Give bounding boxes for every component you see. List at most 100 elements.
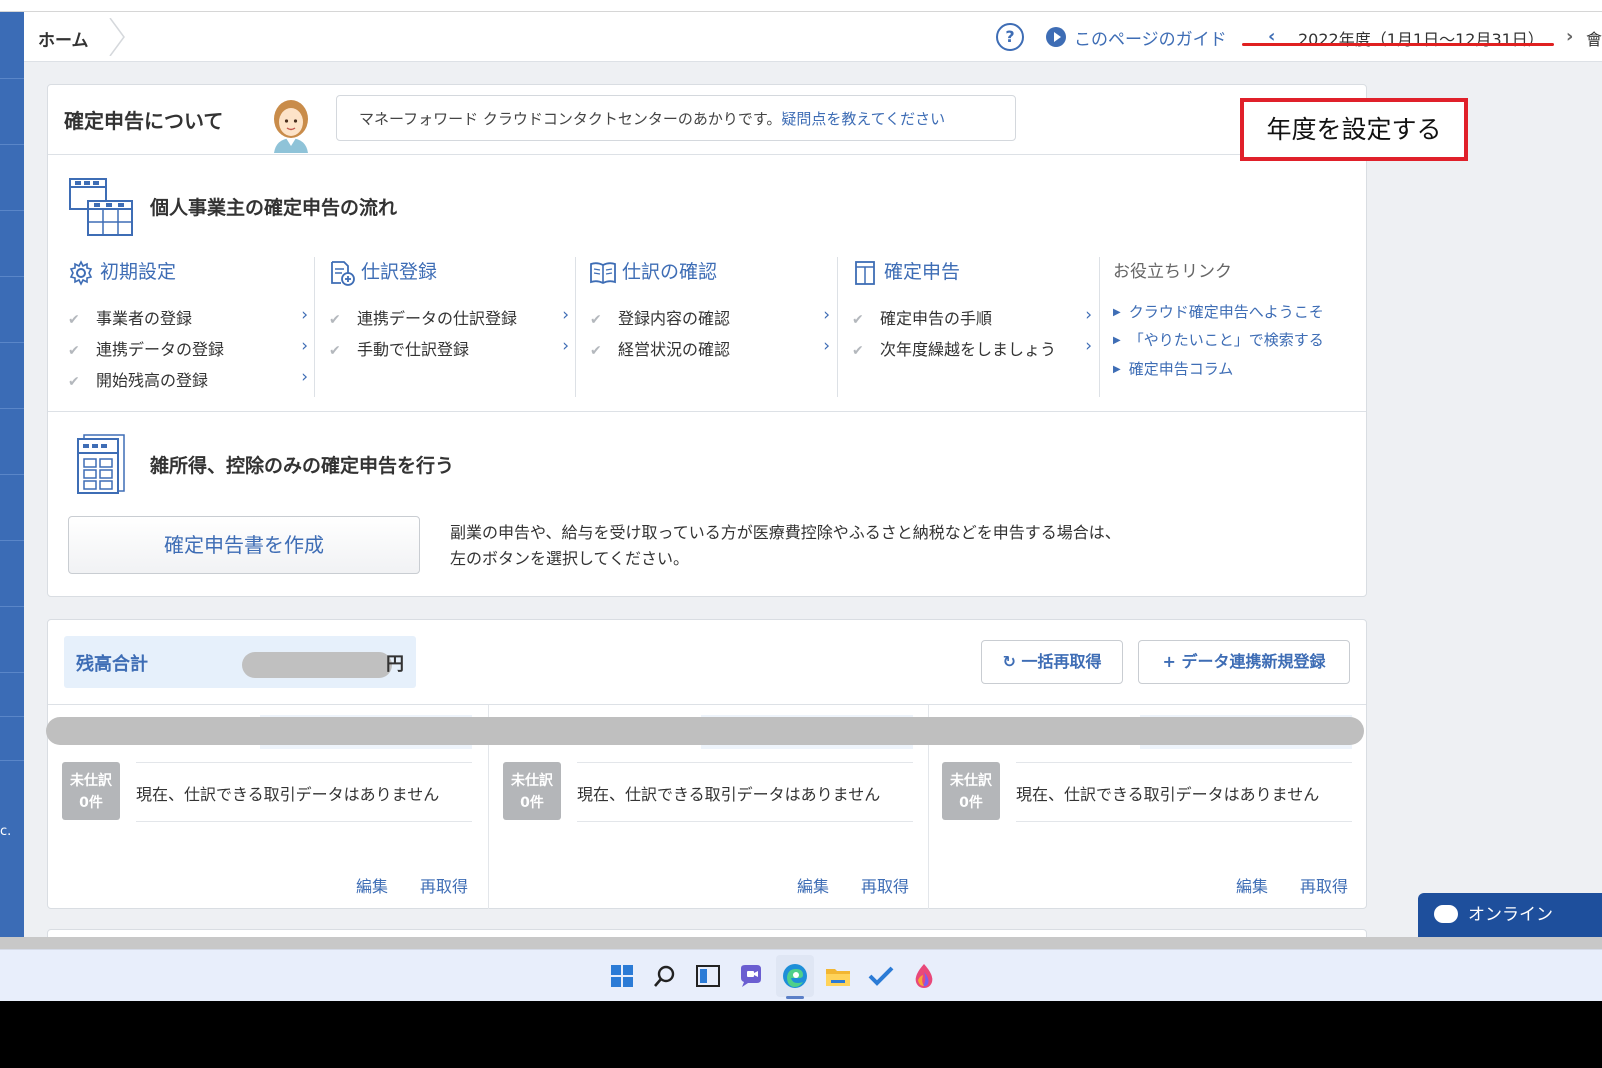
- journal-add-icon: [331, 260, 355, 286]
- breadcrumb-home[interactable]: ホーム: [38, 26, 89, 51]
- useful-link-search[interactable]: ▶ 「やりたいこと」で検索する: [1113, 329, 1324, 350]
- fiscal-year-next-icon[interactable]: ›: [1566, 26, 1573, 47]
- paint-drop-icon[interactable]: [910, 962, 938, 990]
- online-chat-button[interactable]: オンライン: [1418, 893, 1602, 937]
- account-message: 現在、仕訳できる取引データはありません: [577, 785, 881, 804]
- flow-item-label: 手動で仕訳登録: [357, 340, 470, 359]
- check-icon: ✔: [68, 312, 80, 328]
- badge-label: 未仕訳: [70, 773, 112, 789]
- balance-label: 残高合計: [76, 654, 148, 675]
- ask-question-link[interactable]: 疑問点を教えてください: [781, 110, 945, 128]
- currency-unit: 円: [386, 654, 404, 675]
- flow-item-linked-data-journal[interactable]: ✔ 連携データの仕訳登録 ›: [329, 305, 569, 329]
- column-divider: [575, 257, 576, 397]
- badge-count: 0件: [79, 795, 103, 811]
- help-icon[interactable]: ?: [996, 23, 1024, 51]
- refetch-link[interactable]: 再取得: [420, 873, 468, 897]
- flow-item-business-status[interactable]: ✔ 経営状況の確認 ›: [590, 336, 830, 360]
- sidebar-divider: [0, 342, 24, 343]
- todo-checkmark-icon[interactable]: [867, 962, 895, 990]
- edit-link[interactable]: 編集: [797, 873, 829, 897]
- badge-count: 0件: [959, 795, 983, 811]
- online-chat-label: オンライン: [1468, 905, 1553, 925]
- file-explorer-icon[interactable]: [824, 962, 852, 990]
- refresh-icon: ↻: [1002, 652, 1016, 671]
- sidebar-divider: [0, 672, 24, 673]
- document-icon: [855, 260, 875, 285]
- flow-item-review-entries[interactable]: ✔ 登録内容の確認 ›: [590, 305, 830, 329]
- flow-column-journal-review: 仕訳の確認 ✔ 登録内容の確認 › ✔ 経営状況の確認 ›: [590, 257, 850, 397]
- column-divider: [314, 257, 315, 397]
- flow-title: 個人事業主の確定申告の流れ: [150, 197, 398, 219]
- useful-link-column[interactable]: ▶ 確定申告コラム: [1113, 358, 1233, 379]
- refetch-link[interactable]: 再取得: [1300, 873, 1348, 897]
- useful-link-label: クラウド確定申告へようこそ: [1128, 303, 1324, 321]
- flow-item-label: 次年度繰越をしましょう: [880, 340, 1057, 359]
- flow-item-register-business[interactable]: ✔ 事業者の登録 ›: [68, 305, 308, 329]
- check-icon: ✔: [852, 343, 864, 359]
- sidebar-divider: [0, 210, 24, 211]
- flow-item-label: 開始残高の登録: [96, 371, 209, 390]
- sidebar-divider: [0, 760, 24, 761]
- check-icon: ✔: [68, 343, 80, 359]
- play-icon[interactable]: [1046, 27, 1066, 47]
- flow-item-filing-steps[interactable]: ✔ 確定申告の手順 ›: [852, 305, 1092, 329]
- triangle-right-icon: ▶: [1113, 364, 1121, 375]
- chevron-right-icon: ›: [562, 336, 569, 356]
- sidebar[interactable]: c.: [0, 12, 24, 957]
- about-header: 確定申告について マネーフォワード クラウドコンタクトセンターのあかりです。疑問…: [48, 85, 1366, 155]
- balance-card: 残高合計 円 ↻ 一括再取得 + データ連携新規登録 未仕訳 0件 現在、仕訳でき…: [46, 619, 1367, 909]
- account-message: 現在、仕訳できる取引データはありません: [1016, 785, 1320, 804]
- taskbar: [0, 949, 1602, 1001]
- chat-app-icon[interactable]: [737, 962, 765, 990]
- flow-column-title[interactable]: 仕訳登録: [329, 257, 437, 286]
- check-icon: ✔: [590, 312, 602, 328]
- task-view-icon[interactable]: [694, 962, 722, 990]
- sidebar-edge-text: c.: [0, 824, 12, 839]
- create-tax-return-button[interactable]: 確定申告書を作成: [68, 516, 420, 574]
- chevron-right-icon: ›: [562, 305, 569, 325]
- misc-description-line2: 左のボタンを選択してください。: [450, 549, 690, 568]
- flow-item-register-linked-data[interactable]: ✔ 連携データの登録 ›: [68, 336, 308, 360]
- chevron-right-icon: ›: [1085, 336, 1092, 356]
- flow-item-carry-forward[interactable]: ✔ 次年度繰越をしましょう ›: [852, 336, 1092, 360]
- sidebar-divider: [0, 276, 24, 277]
- add-data-link-button[interactable]: + データ連携新規登録: [1138, 640, 1350, 684]
- flow-item-label: 連携データの登録: [96, 340, 225, 359]
- windows-start-icon[interactable]: [608, 962, 636, 990]
- unjournaled-badge: 未仕訳 0件: [62, 762, 120, 820]
- bubble-message: マネーフォワード クラウドコンタクトセンターのあかりです。: [359, 110, 782, 128]
- useful-link-welcome[interactable]: ▶ クラウド確定申告へようこそ: [1113, 301, 1324, 322]
- refetch-link[interactable]: 再取得: [861, 873, 909, 897]
- edge-browser-icon[interactable]: [781, 962, 809, 990]
- flow-column-title[interactable]: 仕訳の確認: [590, 257, 717, 285]
- flow-item-register-opening-balance[interactable]: ✔ 開始残高の登録 ›: [68, 367, 308, 391]
- edit-link[interactable]: 編集: [1236, 873, 1268, 897]
- flow-column-title[interactable]: 初期設定: [68, 257, 176, 286]
- edit-link[interactable]: 編集: [356, 873, 388, 897]
- sidebar-divider: [0, 78, 24, 79]
- chevron-right-icon: ›: [823, 305, 830, 325]
- add-data-link-label: データ連携新規登録: [1181, 652, 1326, 671]
- fiscal-year-selector[interactable]: 2022年度（1月1日〜12月31日）: [1298, 26, 1544, 50]
- about-title: 確定申告について: [64, 109, 224, 133]
- flow-column-title[interactable]: 確定申告: [852, 257, 960, 285]
- horizontal-scrollbar[interactable]: [0, 937, 1602, 949]
- flow-column-label: 仕訳の確認: [622, 261, 718, 283]
- misc-description-line1: 副業の申告や、給与を受け取っている方が医療費控除やふるさと納税などを申告する場合…: [450, 523, 1121, 542]
- clipped-header-text: 會: [1586, 30, 1602, 49]
- refetch-all-button[interactable]: ↻ 一括再取得: [981, 640, 1123, 684]
- flow-item-manual-journal[interactable]: ✔ 手動で仕訳登録 ›: [329, 336, 569, 360]
- useful-link-label: 「やりたいこと」で検索する: [1128, 331, 1324, 349]
- useful-link-label: 確定申告コラム: [1128, 360, 1234, 378]
- account-message-box: 現在、仕訳できる取引データはありません: [1016, 762, 1352, 822]
- chevron-right-icon: ›: [301, 305, 308, 325]
- badge-label: 未仕訳: [950, 773, 992, 789]
- badge-label: 未仕訳: [511, 773, 553, 789]
- page-guide-link[interactable]: このページのガイド: [1074, 25, 1227, 50]
- search-icon[interactable]: [651, 962, 679, 990]
- column-divider: [837, 257, 838, 397]
- sidebar-divider: [0, 540, 24, 541]
- triangle-right-icon: ▶: [1113, 335, 1121, 346]
- flow-item-label: 登録内容の確認: [618, 309, 731, 328]
